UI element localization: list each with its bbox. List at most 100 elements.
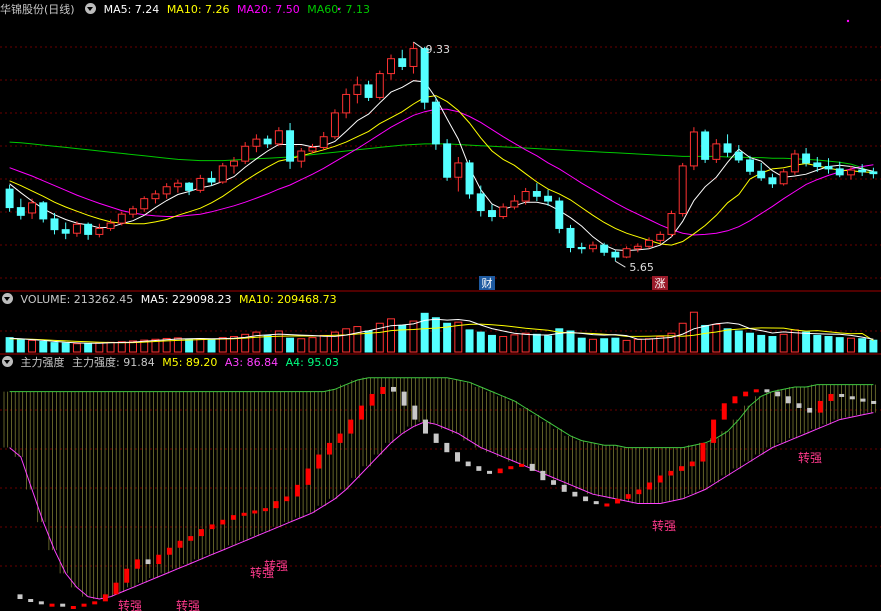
strength-bar — [487, 470, 493, 474]
strength-bar — [593, 501, 599, 505]
candle-body — [499, 206, 508, 218]
strength-bar — [455, 452, 461, 462]
candle-body — [330, 112, 339, 138]
volume-bar — [499, 336, 508, 353]
strength-bar — [700, 442, 706, 462]
volume-bar — [645, 338, 654, 353]
volume-bar — [858, 338, 867, 353]
strength-bar — [156, 554, 162, 565]
volume-bar — [633, 338, 642, 353]
strength-bar — [337, 433, 343, 443]
candle-body — [151, 193, 160, 200]
chevron-down-icon[interactable] — [2, 356, 13, 367]
strength-bar — [166, 547, 172, 555]
candle-body — [185, 182, 194, 191]
candle-body — [746, 159, 754, 172]
volume-bar — [218, 337, 227, 353]
strength-bar — [497, 468, 503, 474]
strength-bar — [358, 405, 364, 420]
volume-bar — [196, 338, 205, 353]
volume-bar — [431, 317, 440, 353]
volume-bar — [734, 330, 743, 353]
volume-panel-header: VOLUME: 213262.45 MA5: 229098.23 MA10: 2… — [0, 292, 341, 308]
candle-body — [84, 223, 93, 235]
strength-panel-header: 主力强度 主力强度: 91.84 M5: 89.20 A3: 86.84 A4:… — [0, 355, 343, 371]
strength-bar — [38, 601, 44, 605]
strength-bar — [284, 496, 290, 502]
strength-bar — [753, 389, 759, 393]
candle-body — [274, 130, 283, 145]
volume-bar — [779, 333, 788, 353]
volume-bar — [16, 338, 25, 353]
strength-bar — [401, 391, 407, 406]
strength-bar — [679, 466, 685, 471]
volume-bar — [488, 334, 496, 353]
candle-body — [813, 162, 822, 168]
volume-bar — [465, 329, 474, 353]
strength-bar — [262, 508, 268, 512]
candle-body — [555, 200, 564, 229]
volume-bar — [869, 339, 878, 353]
volume-bar — [95, 342, 104, 353]
strength-bar — [508, 466, 514, 470]
ma60-line — [9, 141, 874, 174]
strength-bar — [70, 606, 76, 609]
low-price-label: 5.65 — [629, 261, 654, 274]
candle-body — [364, 84, 373, 98]
candle-body — [162, 186, 171, 195]
candle-body — [790, 153, 799, 173]
candle-body — [701, 131, 710, 160]
ma60-readout: MA60: 7.13 — [307, 3, 370, 16]
volume-bar — [532, 333, 541, 353]
candle-body — [28, 202, 37, 214]
candle-body — [611, 251, 620, 258]
strength-bar — [711, 419, 717, 443]
turn-strong-label: 转强 — [118, 598, 142, 611]
strength-bar — [220, 519, 226, 525]
turn-strong-label: 转强 — [652, 518, 676, 533]
volume-bar — [84, 342, 93, 353]
strength-bar — [412, 405, 418, 420]
volume-bar — [263, 334, 272, 353]
strength-bar — [860, 398, 866, 402]
candle-body — [297, 150, 306, 162]
strength-bar — [422, 419, 428, 434]
candle-body — [5, 188, 14, 209]
strength-bar — [390, 386, 396, 392]
candle-body — [600, 244, 609, 253]
strength-bar — [604, 503, 610, 507]
volume-bar — [454, 321, 463, 353]
candle-body — [431, 101, 440, 145]
candle-body — [39, 202, 48, 220]
chevron-down-icon[interactable] — [85, 3, 97, 14]
strength-bar — [252, 510, 258, 514]
turn-strong-label: 转强 — [264, 558, 288, 573]
volume-bar — [28, 339, 37, 353]
strength-bar — [380, 386, 386, 394]
volume-bar — [364, 330, 373, 353]
volume-bar — [353, 326, 362, 353]
strength-bar — [305, 468, 311, 485]
strength-bar — [241, 512, 247, 516]
candle-body — [308, 146, 317, 152]
chevron-down-icon[interactable] — [2, 293, 13, 304]
volume-bar — [757, 334, 766, 353]
ma10-readout: MA10: 7.26 — [166, 3, 230, 16]
strength-bar — [743, 391, 749, 397]
candle-body — [824, 166, 833, 170]
candle-body — [521, 191, 530, 202]
volume-bar — [286, 337, 295, 353]
volume-bar — [588, 338, 597, 353]
strength-bar — [657, 475, 663, 483]
candle-body — [734, 151, 743, 161]
volume-bar — [835, 337, 844, 353]
candle-body — [398, 58, 407, 67]
strength-bar — [519, 463, 525, 467]
strength-bar — [124, 568, 130, 583]
candle-body — [252, 138, 261, 147]
strength-bar — [828, 393, 834, 401]
strength-a3-readout: A3: 86.84 — [224, 356, 279, 369]
volume-bar — [207, 339, 216, 353]
volume-ma10-line — [9, 323, 874, 344]
strength-readout: 主力强度: 91.84 — [72, 356, 155, 369]
